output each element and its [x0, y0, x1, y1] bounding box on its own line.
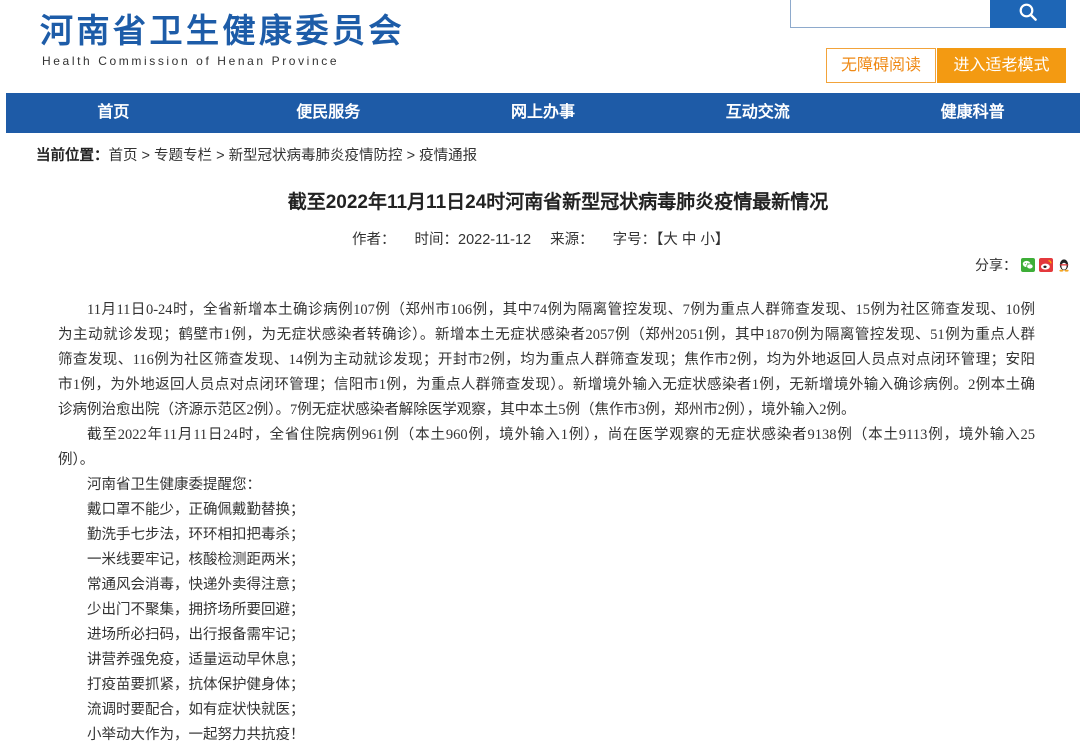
meta-author-label: 作者：: [352, 232, 396, 248]
nav-item-home[interactable]: 首页: [6, 93, 221, 133]
nav-item-online-affairs[interactable]: 网上办事: [436, 93, 651, 133]
meta-font-size: 字号：【大 中 小】: [613, 232, 730, 248]
paragraph-line: 市1例，为外地返回人员点对点闭环管理；信阳市1例，为重点人群筛查发现）。新增境外…: [58, 377, 1035, 393]
breadcrumb-separator: >: [406, 148, 416, 164]
reminder-verse: 小举动大作为，一起努力共抗疫！: [87, 727, 305, 743]
site-logo-title[interactable]: 河南省卫生健康委员会: [40, 11, 405, 51]
share-label: 分享：: [975, 257, 1017, 273]
breadcrumb-item-covid-control[interactable]: 新型冠状病毒肺炎疫情防控: [229, 148, 403, 164]
elderly-mode-button[interactable]: 进入适老模式: [937, 48, 1066, 83]
search-input[interactable]: [790, 0, 991, 28]
nav-item-interaction[interactable]: 互动交流: [650, 93, 865, 133]
paragraph-line: 筛查发现、116例为社区筛查发现、14例为主动就诊发现；开封市2例，均为重点人群…: [58, 352, 1035, 368]
paragraph-line: 11月11日0-24时，全省新增本土确诊病例107例（郑州市106例，其中74例…: [87, 302, 1035, 318]
site-logo-subtitle: Health Commission of Henan Province: [42, 54, 340, 68]
reminder-verse: 一米线要牢记，核酸检测距两米；: [87, 552, 305, 568]
paragraph-new-cases: 11月11日0-24时，全省新增本土确诊病例107例（郑州市106例，其中74例…: [58, 298, 1035, 423]
font-size-bracket-close: 】: [714, 232, 730, 248]
accessible-reading-button[interactable]: 无障碍阅读: [826, 48, 936, 83]
nav-item-public-services[interactable]: 便民服务: [221, 93, 436, 133]
qq-icon[interactable]: [1057, 258, 1071, 272]
font-size-medium[interactable]: 中: [682, 232, 697, 248]
article-title: 截至2022年11月11日24时河南省新型冠状病毒肺炎疫情最新情况: [287, 192, 829, 213]
meta-time: 时间：2022-11-12: [415, 232, 532, 248]
paragraph-line: 为主动就诊发现；鹤壁市1例，为无症状感染者转确诊）。新增本土无症状感染者2057…: [58, 327, 1035, 343]
article-meta: 作者： 时间：2022-11-12 来源： 字号：【大 中 小】: [352, 230, 729, 250]
wechat-icon[interactable]: [1021, 258, 1035, 272]
meta-source-label: 来源：: [550, 232, 594, 248]
article-body: 11月11日0-24时，全省新增本土确诊病例107例（郑州市106例，其中74例…: [58, 298, 1035, 748]
breadcrumb-item-home[interactable]: 首页: [109, 148, 138, 164]
breadcrumb-separator: >: [216, 148, 225, 164]
breadcrumb-item-special-topics[interactable]: 专题专栏: [154, 148, 212, 164]
reminder-verse: 少出门不聚集，拥挤场所要回避；: [87, 602, 305, 618]
paragraph-line: 例）。: [58, 452, 95, 468]
reminder-verse: 进场所必扫码，出行报备需牢记；: [87, 627, 305, 643]
meta-time-value: 2022-11-12: [458, 232, 532, 248]
share-bar: 分享：: [975, 255, 1071, 275]
font-size-small[interactable]: 小: [700, 232, 715, 248]
reminder-intro: 河南省卫生健康委提醒您：: [87, 477, 261, 493]
reminder-verse: 戴口罩不能少，正确佩戴勤替换；: [87, 502, 305, 518]
reminder-verse: 流调时要配合，如有症状快就医；: [87, 702, 305, 718]
weibo-icon[interactable]: [1039, 258, 1053, 272]
breadcrumb-separator: >: [141, 148, 150, 164]
reminder-verse: 常通风会消毒，快递外卖得注意；: [87, 577, 305, 593]
meta-author: 作者：: [352, 232, 396, 248]
search-button[interactable]: [990, 0, 1066, 28]
search-icon: [1019, 3, 1037, 21]
reminder-verse: 讲营养强免疫，适量运动早休息；: [87, 652, 305, 668]
paragraph-cumulative: 截至2022年11月11日24时，全省住院病例961例（本土960例，境外输入1…: [58, 423, 1035, 473]
paragraph-line: 诊病例治愈出院（济源示范区2例）。7例无症状感染者解除医学观察，其中本土5例（焦…: [58, 402, 856, 418]
breadcrumb-label: 当前位置：: [36, 148, 109, 164]
nav-item-health-science[interactable]: 健康科普: [865, 93, 1080, 133]
breadcrumb-item-epidemic-report[interactable]: 疫情通报: [419, 148, 477, 164]
reminder-verse: 勤洗手七步法，环环相扣把毒杀；: [87, 527, 305, 543]
breadcrumb: 当前位置：首页 > 专题专栏 > 新型冠状病毒肺炎疫情防控 > 疫情通报: [36, 146, 477, 166]
meta-font-size-label: 字号：: [612, 232, 657, 248]
meta-time-label: 时间：: [414, 232, 459, 248]
meta-source: 来源：: [550, 232, 594, 248]
reminder-block: 河南省卫生健康委提醒您： 戴口罩不能少，正确佩戴勤替换； 勤洗手七步法，环环相扣…: [58, 473, 1035, 748]
reminder-verse: 打疫苗要抓紧，抗体保护健身体；: [87, 677, 305, 693]
font-size-large[interactable]: 大: [663, 232, 678, 248]
main-nav: 首页 便民服务 网上办事 互动交流 健康科普: [6, 93, 1080, 133]
paragraph-line: 截至2022年11月11日24时，全省住院病例961例（本土960例，境外输入1…: [87, 427, 1035, 443]
